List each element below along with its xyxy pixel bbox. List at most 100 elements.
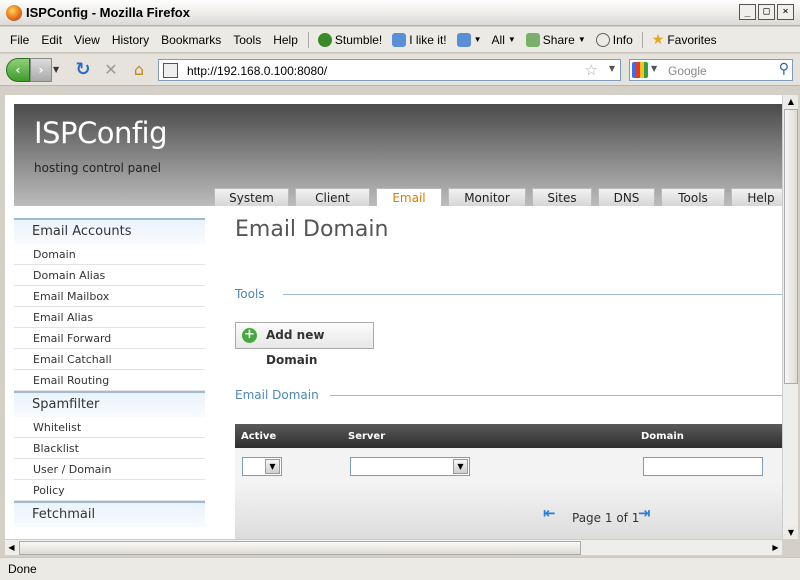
page-indicator: Page 1 of 1 xyxy=(572,511,640,525)
arrow-left-icon: ‹ xyxy=(15,63,21,77)
address-bar[interactable]: http://192.168.0.100:8080/ ☆ ▼ xyxy=(158,59,621,81)
all-label: All xyxy=(491,32,505,47)
stumble-button[interactable]: Stumble! xyxy=(313,32,387,47)
menu-view[interactable]: View xyxy=(68,33,106,47)
stop-button[interactable]: ✕ xyxy=(100,58,122,82)
horizontal-scrollbar[interactable]: ◀ ▶ xyxy=(5,539,782,555)
scroll-right-icon[interactable]: ▶ xyxy=(769,541,782,555)
thumbs-up-icon xyxy=(392,32,407,47)
column-server[interactable]: Server xyxy=(348,431,385,442)
all-button[interactable]: All ▼ xyxy=(487,33,521,47)
vertical-scroll-thumb[interactable] xyxy=(784,109,798,384)
domain-filter-input[interactable] xyxy=(643,457,763,476)
tab-client[interactable]: Client xyxy=(295,188,370,206)
history-dropdown[interactable]: ▼ xyxy=(53,58,65,82)
scroll-left-icon[interactable]: ◀ xyxy=(5,541,18,555)
back-button[interactable]: ‹ xyxy=(6,58,30,82)
list-divider xyxy=(330,395,782,396)
server-filter-select[interactable]: ▼ xyxy=(350,457,470,476)
tab-email[interactable]: Email xyxy=(376,188,442,206)
sidebar-item-email-routing[interactable]: Email Routing xyxy=(14,370,205,391)
sidebar-item-user-domain[interactable]: User / Domain xyxy=(14,459,205,480)
stumble-label: Stumble! xyxy=(334,32,383,47)
toolbar-separator xyxy=(641,31,643,48)
add-new-domain-label: Add new Domain xyxy=(266,328,325,367)
menu-file[interactable]: File xyxy=(4,33,35,47)
sidebar-section-fetchmail: Fetchmail xyxy=(14,501,205,527)
sidebar-item-whitelist[interactable]: Whitelist xyxy=(14,417,205,438)
menu-edit[interactable]: Edit xyxy=(35,33,68,47)
chevron-down-icon: ▼ xyxy=(473,35,482,44)
firefox-icon xyxy=(6,5,22,21)
pagination: ⇤ Page 1 of 1 ⇥ xyxy=(235,484,782,539)
sidebar-item-email-alias[interactable]: Email Alias xyxy=(14,307,205,328)
list-legend: Email Domain xyxy=(235,388,319,402)
sidebar-item-email-catchall[interactable]: Email Catchall xyxy=(14,349,205,370)
sidebar-item-email-mailbox[interactable]: Email Mailbox xyxy=(14,286,205,307)
tab-dns[interactable]: DNS xyxy=(598,188,655,206)
sidebar-item-domain[interactable]: Domain xyxy=(14,244,205,265)
horizontal-scroll-thumb[interactable] xyxy=(19,541,581,555)
menu-help[interactable]: Help xyxy=(267,33,304,47)
chevron-down-icon[interactable]: ▼ xyxy=(651,64,657,73)
sidebar-item-email-forward[interactable]: Email Forward xyxy=(14,328,205,349)
bookmark-star-icon[interactable]: ☆ xyxy=(585,61,598,79)
app-tagline: hosting control panel xyxy=(34,161,161,175)
url-text[interactable]: http://192.168.0.100:8080/ xyxy=(187,64,327,78)
toolbar-separator xyxy=(307,31,309,48)
star-icon: ★ xyxy=(651,31,665,47)
vertical-scrollbar[interactable]: ▲ ▼ xyxy=(782,95,798,539)
search-input[interactable]: Google xyxy=(668,64,707,78)
menu-history[interactable]: History xyxy=(106,33,155,47)
window-titlebar: ISPConfig - Mozilla Firefox _ □ × xyxy=(0,0,800,26)
url-dropdown-icon[interactable]: ▼ xyxy=(609,64,615,73)
thumbs-down-button[interactable]: ▼ xyxy=(452,32,487,47)
chevron-down-icon: ▼ xyxy=(507,35,516,44)
last-page-icon[interactable]: ⇥ xyxy=(638,504,651,522)
sidebar-item-blacklist[interactable]: Blacklist xyxy=(14,438,205,459)
tab-help[interactable]: Help xyxy=(731,188,782,206)
status-text: Done xyxy=(8,562,37,576)
minimize-button[interactable]: _ xyxy=(739,4,756,20)
forward-button[interactable]: › xyxy=(30,58,52,82)
speech-bubble-icon xyxy=(595,32,610,47)
navigation-toolbar: ‹ › ▼ ↻ ✕ ⌂ http://192.168.0.100:8080/ ☆… xyxy=(0,54,800,86)
sidebar-item-domain-alias[interactable]: Domain Alias xyxy=(14,265,205,286)
column-active[interactable]: Active xyxy=(241,431,276,442)
site-identity-icon[interactable] xyxy=(163,63,178,78)
thumbs-down-icon xyxy=(456,32,471,47)
reload-button[interactable]: ↻ xyxy=(72,58,94,82)
chevron-down-icon: ▼ xyxy=(453,459,468,474)
search-icon[interactable]: ⚲ xyxy=(779,61,789,77)
page-content: ISPConfig hosting control panel System C… xyxy=(5,95,782,539)
share-label: Share xyxy=(542,32,575,47)
scroll-down-icon[interactable]: ▼ xyxy=(784,526,798,539)
favorites-button[interactable]: ★ Favorites xyxy=(647,31,722,48)
active-filter-select[interactable]: ▼ xyxy=(242,457,282,476)
tab-system[interactable]: System xyxy=(214,188,289,206)
close-button[interactable]: × xyxy=(777,4,794,20)
add-new-domain-button[interactable]: + Add new Domain xyxy=(235,322,374,367)
tab-sites[interactable]: Sites xyxy=(532,188,592,206)
scroll-up-icon[interactable]: ▲ xyxy=(784,95,798,108)
share-icon xyxy=(525,32,540,47)
reload-icon: ↻ xyxy=(75,59,91,80)
app-logo: ISPConfig xyxy=(34,116,168,150)
column-domain[interactable]: Domain xyxy=(641,431,684,442)
home-icon: ⌂ xyxy=(133,60,145,79)
google-icon[interactable] xyxy=(632,62,648,78)
maximize-button[interactable]: □ xyxy=(758,4,775,20)
tab-monitor[interactable]: Monitor xyxy=(448,188,526,206)
filter-row: ▼ ▼ xyxy=(235,448,782,484)
chevron-down-icon: ▼ xyxy=(265,459,280,474)
ilike-button[interactable]: I like it! xyxy=(387,32,451,47)
home-button[interactable]: ⌂ xyxy=(128,58,150,82)
first-page-icon[interactable]: ⇤ xyxy=(543,504,556,522)
sidebar-item-policy[interactable]: Policy xyxy=(14,480,205,501)
info-button[interactable]: Info xyxy=(591,32,638,47)
share-button[interactable]: Share ▼ xyxy=(521,32,591,47)
menu-tools[interactable]: Tools xyxy=(227,33,267,47)
menu-bookmarks[interactable]: Bookmarks xyxy=(155,33,227,47)
search-bar[interactable]: ▼ Google ⚲ xyxy=(629,59,793,81)
tab-tools[interactable]: Tools xyxy=(661,188,725,206)
